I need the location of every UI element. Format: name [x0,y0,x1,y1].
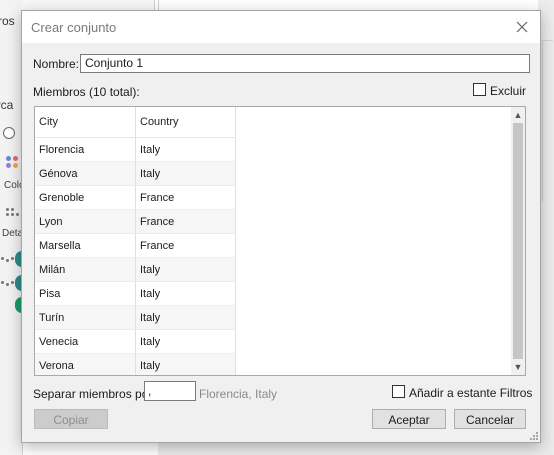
country-cell: Italy [135,161,236,186]
country-cell: France [135,209,236,234]
city-cell: Marsella [35,233,136,258]
color-palette-icon[interactable] [6,156,22,172]
exclude-checkbox[interactable] [473,83,486,96]
table-header-row: City Country [35,107,236,138]
table-row[interactable]: Venecia Italy [35,329,236,354]
members-scrollbar[interactable]: ▲ ▼ [511,107,525,375]
table-row[interactable]: Turín Italy [35,305,236,330]
country-cell: Italy [135,329,236,354]
separator-preview: Florencia, Italy [199,387,278,401]
city-cell: Pisa [35,281,136,306]
city-cell: Turín [35,305,136,330]
filters-shelf-label: ltros [0,14,15,28]
city-cell: Génova [35,161,136,186]
city-cell: Milán [35,257,136,282]
mark-type-circle-icon[interactable] [3,127,15,139]
scroll-up-icon[interactable]: ▲ [511,108,525,122]
country-cell: Italy [135,353,236,375]
table-row[interactable]: Pisa Italy [35,281,236,306]
country-cell: Italy [135,137,236,162]
column-header-city[interactable]: City [35,107,136,138]
background-left-panel: ltros arca Colo Deta [0,0,29,455]
detail-dots-icon [1,281,14,287]
marks-card-label: arca [0,98,14,112]
country-cell: Italy [135,281,236,306]
members-count-label: Miembros (10 total): [33,85,140,99]
table-row[interactable]: Grenoble France [35,185,236,210]
dialog-title-bar[interactable]: Crear conjunto [22,11,540,43]
country-cell: France [135,233,236,258]
set-name-label: Nombre: [33,57,80,71]
add-to-filters-label[interactable]: Añadir a estante Filtros [409,386,532,400]
detail-dots-icon [1,257,14,263]
city-cell: Verona [35,353,136,375]
column-header-country[interactable]: Country [135,107,236,138]
map-border-line [542,40,553,201]
country-cell: Italy [135,305,236,330]
country-cell: France [135,185,236,210]
exclude-label[interactable]: Excluir [490,84,526,98]
scroll-thumb[interactable] [513,123,523,359]
members-table: City Country Florencia Italy Génova Ital… [35,107,236,375]
accept-button[interactable]: Aceptar [372,409,446,429]
copy-button[interactable]: Copiar [34,409,108,429]
create-set-dialog: Crear conjunto Nombre: Miembros (10 tota… [21,10,541,443]
detail-card-label: Deta [2,228,24,239]
country-cell: Italy [135,257,236,282]
table-row[interactable]: Verona Italy [35,353,236,375]
set-name-input[interactable] [80,54,530,73]
detail-dots-icon[interactable] [6,208,22,220]
cancel-button[interactable]: Cancelar [454,409,526,429]
table-row[interactable]: Marsella France [35,233,236,258]
members-list[interactable]: City Country Florencia Italy Génova Ital… [34,106,526,376]
dialog-title: Crear conjunto [31,20,117,35]
city-cell: Grenoble [35,185,136,210]
city-cell: Florencia [35,137,136,162]
close-icon[interactable] [514,19,530,35]
city-cell: Lyon [35,209,136,234]
table-row[interactable]: Lyon France [35,209,236,234]
separator-label: Separar miembros por [33,387,153,401]
resize-grip-icon[interactable] [528,431,538,440]
separator-input[interactable] [144,381,196,401]
city-cell: Venecia [35,329,136,354]
table-row[interactable]: Génova Italy [35,161,236,186]
scroll-down-icon[interactable]: ▼ [511,360,525,374]
add-to-filters-checkbox[interactable] [392,385,405,398]
table-row[interactable]: Florencia Italy [35,137,236,162]
table-row[interactable]: Milán Italy [35,257,236,282]
